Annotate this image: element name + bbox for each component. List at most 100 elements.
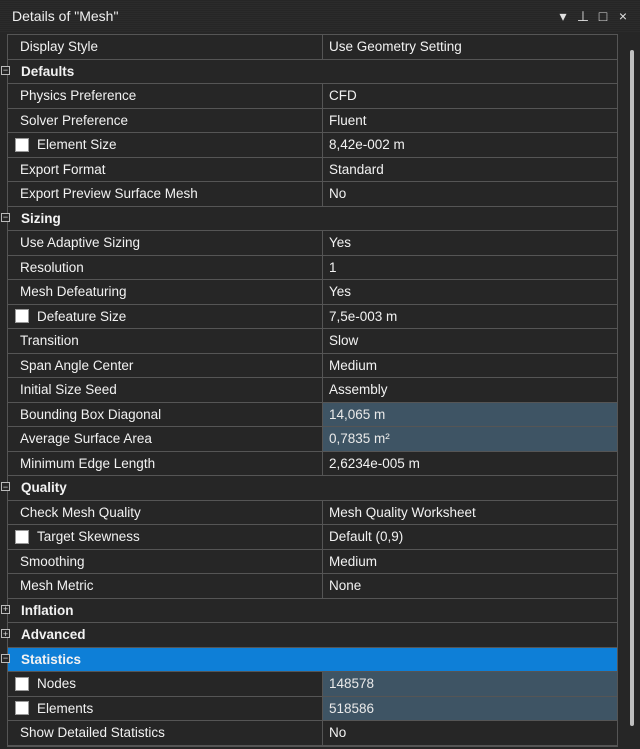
property-row[interactable]: Element Size 8,42e-002 m [8, 133, 617, 158]
property-row[interactable]: Smoothing Medium [8, 549, 617, 574]
property-value[interactable]: No [323, 182, 617, 206]
property-label-cell: Export Format [8, 157, 323, 181]
pin-icon[interactable]: ⊥ [574, 7, 592, 25]
property-value[interactable]: Assembly [323, 378, 617, 402]
property-label: Physics Preference [20, 88, 137, 104]
property-row[interactable]: Mesh Metric None [8, 574, 617, 599]
group-header-sizing[interactable]: − Sizing [1, 207, 617, 231]
property-row[interactable]: Mesh Defeaturing Yes [8, 280, 617, 305]
parameter-checkbox[interactable] [15, 309, 29, 324]
property-row[interactable]: Transition Slow [8, 329, 617, 354]
property-value[interactable]: 1 [323, 256, 617, 280]
property-label-cell: Target Skewness [8, 525, 323, 549]
property-value[interactable]: Yes [323, 231, 617, 255]
property-value[interactable]: No [323, 721, 617, 745]
maximize-icon[interactable]: □ [594, 7, 612, 25]
property-row[interactable]: Average Surface Area 0,7835 m² [8, 427, 617, 452]
property-row[interactable]: Nodes 148578 [8, 672, 617, 697]
property-row[interactable]: Elements 518586 [8, 696, 617, 721]
property-label: Bounding Box Diagonal [20, 406, 162, 422]
property-label-cell: Element Size [8, 133, 323, 157]
property-row[interactable]: Display Style Use Geometry Setting [8, 35, 617, 60]
property-value[interactable]: Mesh Quality Worksheet [323, 501, 617, 525]
property-value: 14,065 m [323, 402, 617, 426]
parameter-checkbox[interactable] [15, 701, 29, 716]
property-row[interactable]: Check Mesh Quality Mesh Quality Worksheet [8, 500, 617, 525]
panel-title: Details of "Mesh" [12, 8, 119, 24]
property-value[interactable]: Slow [323, 329, 617, 353]
property-row[interactable]: Defeature Size 7,5e-003 m [8, 304, 617, 329]
group-header-defaults[interactable]: − Defaults [1, 60, 617, 84]
property-label-cell: Smoothing [8, 549, 323, 573]
property-row[interactable]: Resolution 1 [8, 255, 617, 280]
property-row[interactable]: Show Detailed Statistics No [8, 721, 617, 746]
collapse-icon[interactable]: − [1, 212, 10, 222]
property-row[interactable]: Span Angle Center Medium [8, 353, 617, 378]
property-row[interactable]: Use Adaptive Sizing Yes [8, 231, 617, 256]
property-row[interactable]: Export Format Standard [8, 157, 617, 182]
collapse-icon[interactable]: − [1, 65, 10, 75]
property-label-cell: Mesh Defeaturing [8, 280, 323, 304]
property-label: Nodes [37, 676, 77, 692]
property-label: Average Surface Area [20, 431, 152, 447]
vertical-scrollbar[interactable] [630, 50, 634, 726]
parameter-checkbox[interactable] [15, 529, 29, 544]
property-row[interactable]: Bounding Box Diagonal 14,065 m [8, 402, 617, 427]
group-label: Quality [21, 480, 67, 496]
property-label: Mesh Defeaturing [20, 284, 127, 300]
property-label-cell: Transition [8, 329, 323, 353]
property-value[interactable]: 2,6234e-005 m [323, 452, 617, 476]
property-row[interactable]: Minimum Edge Length 2,6234e-005 m [8, 451, 617, 476]
property-label: Span Angle Center [20, 357, 134, 373]
property-row[interactable]: Initial Size Seed Assembly [8, 378, 617, 403]
expand-icon[interactable]: + [1, 604, 10, 614]
close-icon[interactable]: × [614, 7, 632, 25]
group-header-advanced[interactable]: + Advanced [1, 623, 617, 648]
property-label: Element Size [37, 137, 117, 153]
property-row[interactable]: Solver Preference Fluent [8, 108, 617, 133]
group-header-inflation[interactable]: + Inflation [1, 599, 617, 623]
property-value: 0,7835 m² [323, 427, 617, 451]
property-label-cell: Minimum Edge Length [8, 451, 323, 475]
property-value[interactable]: Medium [323, 354, 617, 378]
property-value[interactable]: 8,42e-002 m [323, 133, 617, 157]
property-label-cell: Bounding Box Diagonal [8, 402, 323, 426]
parameter-checkbox[interactable] [15, 137, 29, 152]
property-label-cell: Initial Size Seed [8, 378, 323, 402]
property-value[interactable]: 7,5e-003 m [323, 305, 617, 329]
property-label-cell: Display Style [8, 35, 323, 59]
property-value[interactable]: Medium [323, 550, 617, 574]
property-label: Mesh Metric [20, 578, 94, 594]
property-label-cell: Average Surface Area [8, 427, 323, 451]
parameter-checkbox[interactable] [15, 676, 29, 691]
property-value[interactable]: Use Geometry Setting [323, 35, 617, 59]
property-label: Show Detailed Statistics [20, 725, 165, 741]
property-row[interactable]: Target Skewness Default (0,9) [8, 525, 617, 550]
property-label: Minimum Edge Length [20, 455, 156, 471]
property-value[interactable]: Standard [323, 158, 617, 182]
collapse-icon[interactable]: − [1, 482, 10, 491]
property-label: Export Preview Surface Mesh [20, 186, 198, 202]
dropdown-icon[interactable]: ▾ [554, 7, 572, 25]
property-label: Use Adaptive Sizing [20, 235, 141, 251]
property-value[interactable]: Fluent [323, 109, 617, 133]
property-label-cell: Span Angle Center [8, 353, 323, 377]
expand-icon[interactable]: + [1, 629, 10, 638]
property-label: Initial Size Seed [20, 382, 117, 398]
group-label: Inflation [21, 602, 74, 618]
property-row[interactable]: Physics Preference CFD [8, 84, 617, 109]
property-value[interactable]: None [323, 574, 617, 598]
collapse-icon[interactable]: − [1, 653, 10, 663]
group-header-statistics[interactable]: − Statistics [1, 647, 617, 672]
property-row[interactable]: Export Preview Surface Mesh No [8, 182, 617, 207]
property-value: 148578 [323, 672, 617, 696]
property-label: Solver Preference [20, 112, 129, 128]
group-header-quality[interactable]: − Quality [1, 476, 617, 501]
property-label: Target Skewness [37, 529, 140, 545]
details-panel: Details of "Mesh" ▾ ⊥ □ × Display Style U… [0, 0, 640, 749]
property-label: Transition [20, 333, 79, 349]
property-label-cell: Resolution [8, 255, 323, 279]
property-value[interactable]: Yes [323, 280, 617, 304]
property-value[interactable]: CFD [323, 84, 617, 108]
property-value[interactable]: Default (0,9) [323, 525, 617, 549]
